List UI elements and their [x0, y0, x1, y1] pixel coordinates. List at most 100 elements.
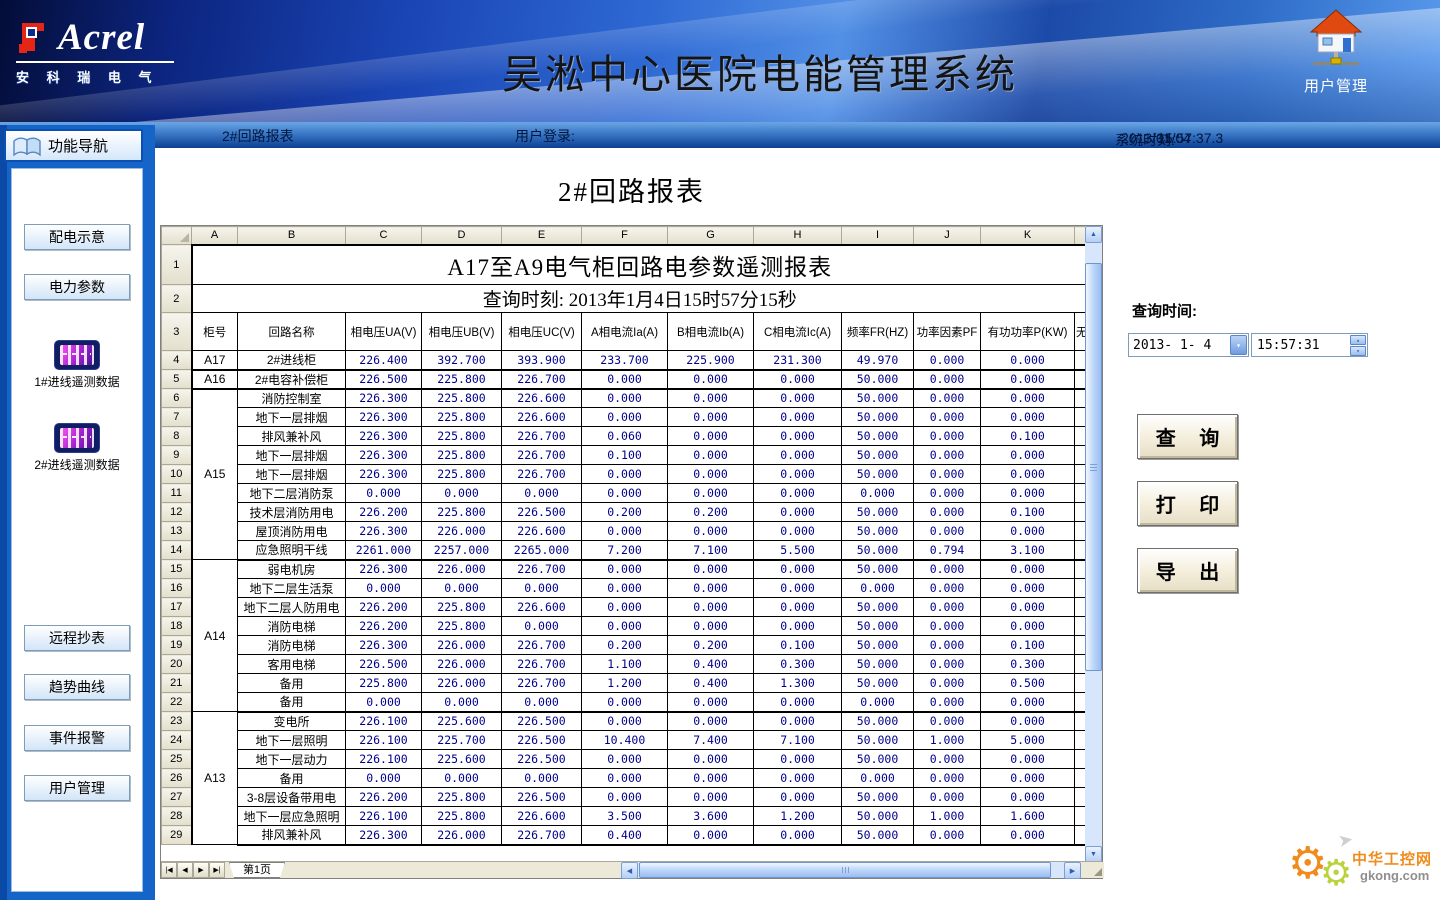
value-cell[interactable]: 0.000	[842, 769, 914, 788]
circuit-name-cell[interactable]: 客用电梯	[238, 655, 346, 674]
value-cell[interactable]: 226.200	[346, 598, 422, 617]
value-cell[interactable]: 0.000	[422, 484, 502, 503]
value-cell[interactable]: 225.800	[422, 446, 502, 465]
value-cell[interactable]: 0.000	[914, 579, 981, 598]
value-cell[interactable]: 0.000	[582, 465, 668, 484]
value-cell[interactable]: 0.000	[582, 598, 668, 617]
value-cell[interactable]: 226.700	[502, 560, 582, 579]
value-cell[interactable]: 0.000	[914, 693, 981, 712]
value-cell[interactable]: 226.500	[502, 712, 582, 731]
value-cell[interactable]: 0.100	[981, 503, 1075, 522]
value-cell[interactable]: 50.000	[842, 465, 914, 484]
value-cell[interactable]: 0.000	[754, 750, 842, 769]
circuit-name-cell[interactable]: 技术层消防用电	[238, 503, 346, 522]
value-cell[interactable]: 225.800	[422, 807, 502, 826]
value-cell[interactable]: 233.700	[582, 351, 668, 370]
value-cell[interactable]: 0.000	[668, 579, 754, 598]
row-number[interactable]: 8	[162, 427, 192, 446]
value-cell[interactable]: 0.000	[754, 370, 842, 389]
value-cell[interactable]: 226.500	[502, 503, 582, 522]
value-cell[interactable]: 226.700	[502, 636, 582, 655]
value-cell[interactable]: 0.000	[668, 370, 754, 389]
row-number[interactable]: 7	[162, 408, 192, 427]
value-cell[interactable]: 0.000	[754, 769, 842, 788]
row-number[interactable]: 22	[162, 693, 192, 712]
value-cell[interactable]: 1.300	[754, 674, 842, 693]
value-cell[interactable]: 0.000	[914, 636, 981, 655]
value-cell[interactable]: 226.600	[502, 807, 582, 826]
value-cell[interactable]: 0.000	[582, 788, 668, 807]
value-cell[interactable]: 2257.000	[422, 541, 502, 560]
value-cell[interactable]: 0.000	[981, 560, 1075, 579]
value-cell[interactable]: 10.400	[582, 731, 668, 750]
value-cell[interactable]: 0.000	[842, 484, 914, 503]
print-button[interactable]: 打 印	[1137, 481, 1238, 526]
value-cell[interactable]: 0.000	[668, 750, 754, 769]
circuit-name-cell[interactable]: 地下二层生活泵	[238, 579, 346, 598]
row-number[interactable]: 23	[162, 712, 192, 731]
value-cell[interactable]: 226.100	[346, 731, 422, 750]
value-cell[interactable]: 226.500	[502, 731, 582, 750]
value-cell[interactable]: 226.000	[422, 560, 502, 579]
column-letter[interactable]: D	[422, 227, 502, 245]
value-cell[interactable]: 0.000	[981, 389, 1075, 408]
value-cell[interactable]: 0.000	[981, 712, 1075, 731]
cabinet-cell[interactable]: A16	[192, 370, 238, 389]
circuit-name-cell[interactable]: 变电所	[238, 712, 346, 731]
header-cell[interactable]: 柜号	[192, 313, 238, 351]
circuit-name-cell[interactable]: 地下一层排烟	[238, 446, 346, 465]
select-all-corner[interactable]	[162, 227, 192, 245]
value-cell[interactable]: 0.000	[981, 446, 1075, 465]
value-cell[interactable]: 0.000	[754, 712, 842, 731]
value-cell[interactable]: 0.000	[582, 370, 668, 389]
value-cell[interactable]: 0.100	[582, 446, 668, 465]
row-number[interactable]: 16	[162, 579, 192, 598]
vertical-scroll-thumb[interactable]	[1085, 263, 1102, 671]
row-number[interactable]: 2	[162, 285, 192, 313]
circuit-name-cell[interactable]: 地下一层应急照明	[238, 807, 346, 826]
value-cell[interactable]: 0.000	[914, 750, 981, 769]
row-number[interactable]: 25	[162, 750, 192, 769]
value-cell[interactable]: 0.000	[582, 389, 668, 408]
value-cell[interactable]: 0.000	[668, 617, 754, 636]
value-cell[interactable]: 393.900	[502, 351, 582, 370]
time-spinner[interactable]: 15:57:31 ▴ ▾	[1251, 333, 1368, 357]
value-cell[interactable]: 1.200	[582, 674, 668, 693]
value-cell[interactable]: 0.000	[668, 826, 754, 845]
value-cell[interactable]: 50.000	[842, 750, 914, 769]
value-cell[interactable]: 226.700	[502, 427, 582, 446]
cabinet-cell[interactable]: A17	[192, 351, 238, 370]
value-cell[interactable]: 0.000	[914, 503, 981, 522]
value-cell[interactable]: 1.000	[914, 731, 981, 750]
header-cell[interactable]: 有功功率P(KW)	[981, 313, 1075, 351]
query-time-cell[interactable]: 查询时刻: 2013年1月4日15时57分15秒	[192, 285, 1088, 313]
circuit-name-cell[interactable]: 地下一层动力	[238, 750, 346, 769]
value-cell[interactable]: 0.000	[914, 389, 981, 408]
value-cell[interactable]: 226.000	[422, 655, 502, 674]
value-cell[interactable]: 225.800	[422, 370, 502, 389]
circuit-name-cell[interactable]: 3-8层设备带用电	[238, 788, 346, 807]
row-number[interactable]: 17	[162, 598, 192, 617]
value-cell[interactable]: 0.000	[914, 826, 981, 845]
value-cell[interactable]: 0.000	[582, 693, 668, 712]
value-cell[interactable]: 0.000	[754, 560, 842, 579]
row-number[interactable]: 3	[162, 313, 192, 351]
value-cell[interactable]: 0.200	[582, 636, 668, 655]
value-cell[interactable]: 0.000	[668, 693, 754, 712]
column-letter[interactable]: H	[754, 227, 842, 245]
sidebar-item-distribution-diagram[interactable]: 配电示意	[24, 224, 130, 250]
circuit-name-cell[interactable]: 弱电机房	[238, 560, 346, 579]
circuit-name-cell[interactable]: 消防电梯	[238, 636, 346, 655]
header-cell[interactable]: 功率因素PF	[914, 313, 981, 351]
value-cell[interactable]: 0.100	[981, 427, 1075, 446]
value-cell[interactable]: 0.000	[914, 408, 981, 427]
circuit-name-cell[interactable]: 排风兼补风	[238, 826, 346, 845]
value-cell[interactable]: 226.700	[502, 446, 582, 465]
circuit-name-cell[interactable]: 地下一层照明	[238, 731, 346, 750]
value-cell[interactable]: 225.800	[422, 389, 502, 408]
value-cell[interactable]: 225.800	[422, 788, 502, 807]
value-cell[interactable]: 226.000	[422, 636, 502, 655]
value-cell[interactable]: 50.000	[842, 408, 914, 427]
value-cell[interactable]: 0.000	[914, 370, 981, 389]
value-cell[interactable]: 0.400	[668, 674, 754, 693]
